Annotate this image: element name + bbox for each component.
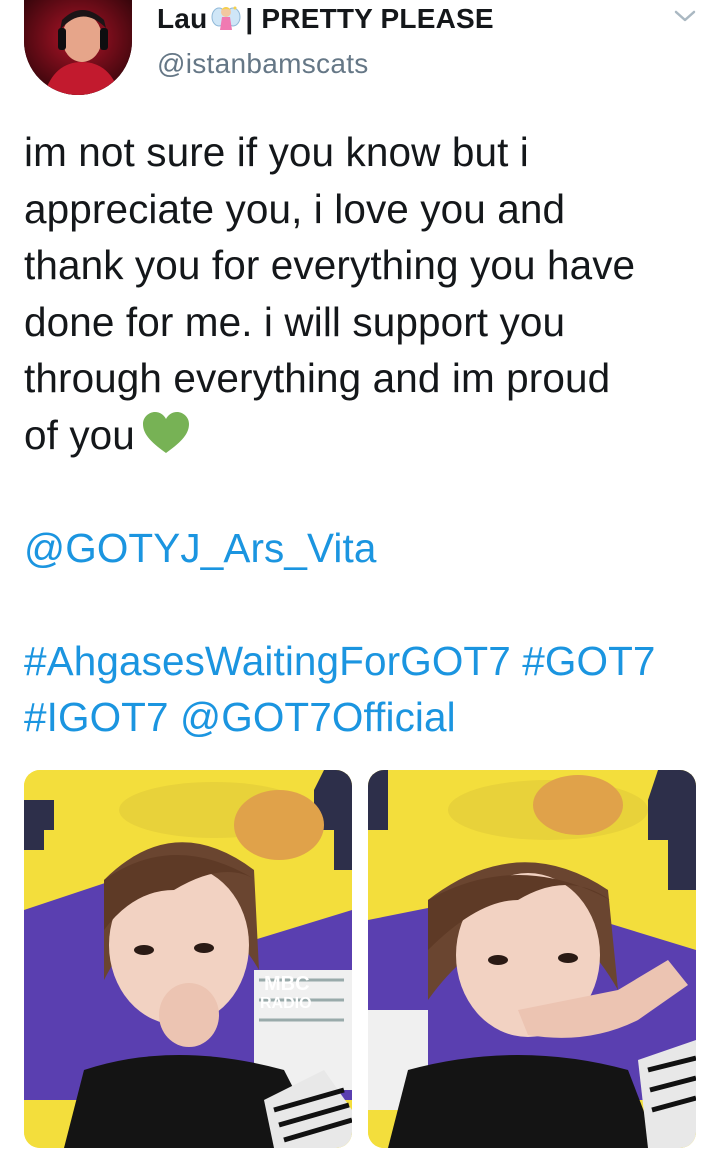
tweet-line-last: of you bbox=[24, 407, 704, 464]
green-heart-icon bbox=[141, 411, 191, 455]
user-handle[interactable]: @istanbamscats bbox=[157, 48, 369, 80]
tweet-text: im not sure if you know but i appreciate… bbox=[24, 124, 704, 746]
tweet-line: of you bbox=[24, 411, 135, 458]
display-name-suffix: | PRETTY PLEASE bbox=[245, 3, 494, 34]
avatar[interactable] bbox=[24, 0, 132, 95]
tweet-line: im not sure if you know but i bbox=[24, 129, 529, 175]
fairy-emoji-icon bbox=[211, 4, 241, 34]
display-name[interactable]: Lau | PRETTY PLEASE bbox=[157, 2, 494, 36]
hashtag-links[interactable]: #AhgasesWaitingForGOT7 #GOT7 bbox=[24, 638, 656, 684]
radio-sign-text: RADIO bbox=[260, 995, 312, 1012]
mention-link-got7official[interactable]: @GOT7Official bbox=[180, 694, 456, 740]
tweet-line: done for me. i will support you bbox=[24, 298, 566, 345]
chevron-down-icon[interactable] bbox=[672, 6, 698, 26]
tweet-line: thank you for everything you have bbox=[24, 242, 636, 288]
tweet-photo-1[interactable]: MBC RADIO bbox=[24, 770, 352, 1148]
mention-link[interactable]: @GOTYJ_Ars_Vita bbox=[24, 525, 376, 571]
hashtag-link-igot7[interactable]: #IGOT7 bbox=[24, 694, 169, 740]
mbc-sign-text: MBC bbox=[264, 973, 310, 995]
tweet-line: appreciate you, i love you and bbox=[24, 185, 566, 232]
tweet-photo-2[interactable] bbox=[368, 770, 696, 1148]
display-name-prefix: Lau bbox=[157, 3, 208, 34]
tweet-line: through everything and im proud bbox=[24, 355, 611, 401]
